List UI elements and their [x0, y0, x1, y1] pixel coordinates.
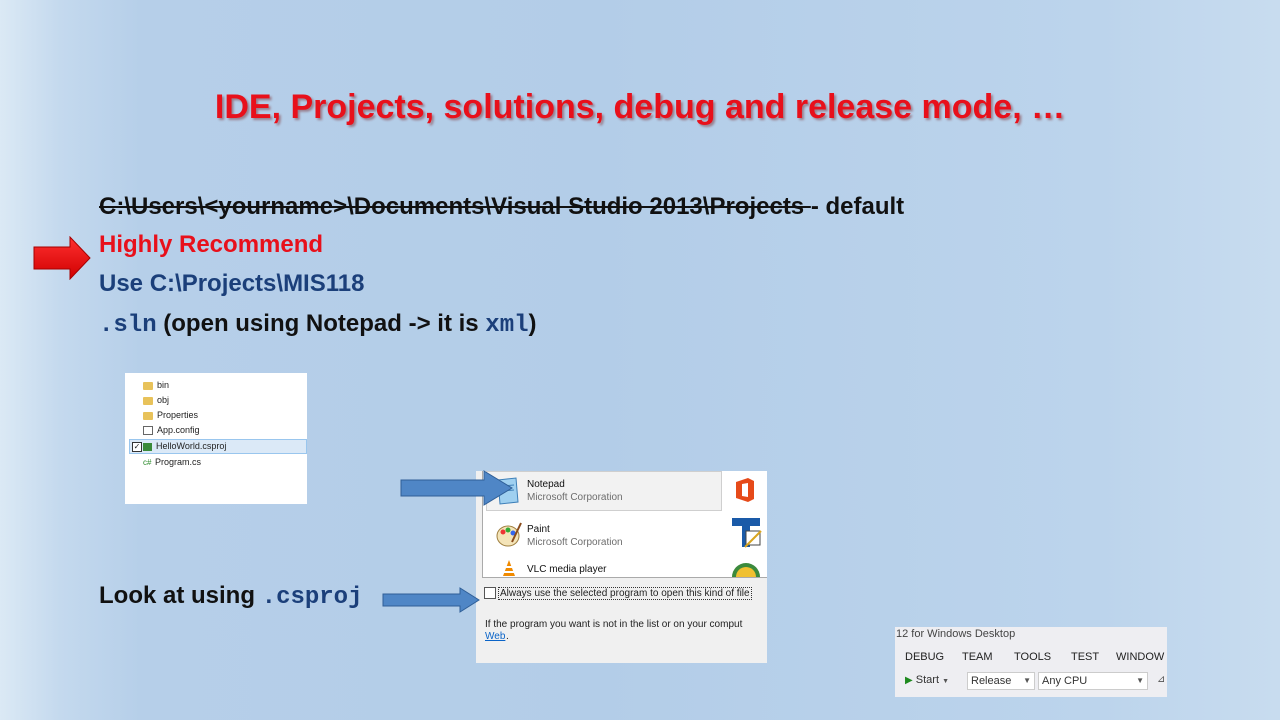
sln-close-paren: ) — [528, 310, 537, 337]
recommended-path: Use C:\Projects\MIS118 — [99, 270, 365, 297]
platform-value: Any CPU — [1042, 675, 1088, 687]
csproj-icon — [143, 442, 152, 451]
explorer-item-label: App.config — [157, 425, 200, 435]
vs-toolbar-snippet: 12 for Windows Desktop DEBUG TEAM TOOLS … — [895, 627, 1167, 697]
folder-icon — [143, 381, 153, 390]
app-name: Paint — [527, 524, 550, 535]
red-arrow-icon — [33, 236, 91, 280]
look-at-label: Look at using — [99, 582, 262, 609]
file-explorer-snippet: ✓ bin obj Properties App.config HelloWor… — [125, 373, 307, 504]
menu-window[interactable]: WINDOW — [1116, 651, 1164, 663]
default-label: - default — [810, 193, 905, 220]
highly-recommend-label: Highly Recommend — [99, 231, 324, 258]
folder-icon — [143, 411, 153, 420]
explorer-item[interactable]: Properties — [143, 408, 198, 422]
always-use-label[interactable]: Always use the selected program to open … — [498, 587, 752, 600]
row-checkbox[interactable]: ✓ — [132, 442, 142, 452]
menu-debug[interactable]: DEBUG — [905, 651, 944, 663]
text-editor-icon — [732, 518, 762, 548]
explorer-item-label: bin — [157, 380, 170, 390]
explorer-item-label: Program.cs — [155, 457, 202, 467]
app-option-office[interactable]: O M — [729, 471, 767, 511]
default-path: C:\Users\<yourname>\Documents\Visual Stu… — [99, 193, 811, 220]
vs-window-title: 12 for Windows Desktop — [896, 628, 1016, 640]
start-button[interactable]: ▶ Start ▼ — [905, 674, 949, 686]
app-option-texteditor[interactable]: Te H — [729, 516, 767, 556]
explorer-item[interactable]: App.config — [143, 423, 200, 437]
period-text: . — [506, 631, 509, 642]
slide-title: IDE, Projects, solutions, debug and rele… — [214, 88, 1066, 126]
vlc-cone-icon — [503, 560, 515, 576]
start-label: Start — [915, 674, 939, 686]
csproj-line: Look at using .csproj — [99, 582, 363, 611]
start-dropdown-icon: ▼ — [942, 678, 949, 685]
configuration-value: Release — [971, 675, 1012, 687]
paint-icon — [496, 522, 522, 547]
open-with-dialog: Notepad Microsoft Corporation Paint Micr… — [476, 471, 767, 663]
explorer-item-label: Properties — [157, 410, 199, 420]
explorer-item[interactable]: obj — [143, 393, 169, 407]
app-option-vlc[interactable]: VLC media player — [486, 555, 722, 577]
menu-tools[interactable]: TOOLS — [1014, 651, 1051, 663]
program-list: Notepad Microsoft Corporation Paint Micr… — [482, 471, 767, 578]
program-not-listed-text: If the program you want is not in the li… — [485, 619, 743, 630]
explorer-item-label: HelloWorld.csproj — [156, 441, 227, 451]
explorer-item[interactable]: HelloWorld.csproj — [143, 439, 226, 453]
media-center-icon — [732, 563, 760, 577]
chevron-down-icon: ▼ — [1136, 676, 1144, 685]
web-link[interactable]: Web — [485, 631, 505, 642]
platform-dropdown[interactable]: Any CPU ▼ — [1038, 672, 1148, 690]
app-name: Notepad — [527, 479, 565, 490]
app-name: VLC media player — [527, 564, 607, 575]
default-path-line: C:\Users\<yourname>\Documents\Visual Stu… — [99, 193, 904, 221]
chevron-down-icon: ▼ — [1023, 676, 1031, 685]
blue-arrow-notepad-icon — [400, 470, 513, 506]
sln-line: .sln (open using Notepad -> it is xml) — [99, 310, 537, 339]
csproj-extension: .csproj — [261, 584, 363, 611]
blue-arrow-checkbox-icon — [382, 587, 480, 613]
configuration-dropdown[interactable]: Release ▼ — [967, 672, 1035, 690]
app-publisher: Microsoft Corporation — [527, 537, 623, 548]
app-publisher: Microsoft Corporation — [527, 492, 623, 503]
sln-description: (open using Notepad -> it is — [156, 310, 486, 337]
config-icon — [143, 426, 153, 436]
menu-team[interactable]: TEAM — [962, 651, 993, 663]
play-icon: ▶ — [905, 675, 913, 686]
menu-test[interactable]: TEST — [1071, 651, 1099, 663]
app-option-paint[interactable]: Paint Microsoft Corporation — [486, 516, 722, 556]
explorer-item[interactable]: bin — [143, 378, 169, 392]
app-option-w[interactable]: W — [729, 555, 767, 577]
explorer-item[interactable]: c# Program.cs — [143, 455, 201, 469]
folder-icon — [143, 396, 153, 405]
app-option-notepad[interactable]: Notepad Microsoft Corporation — [486, 471, 722, 511]
explorer-item-label: obj — [157, 395, 170, 405]
xml-code: xml — [485, 312, 529, 339]
sln-extension: .sln — [99, 312, 157, 339]
office-icon — [736, 478, 754, 502]
always-use-checkbox[interactable] — [484, 587, 496, 599]
toolbar-overflow-icon[interactable]: ⊿ — [1157, 674, 1165, 685]
csharp-icon: c# — [143, 457, 152, 467]
